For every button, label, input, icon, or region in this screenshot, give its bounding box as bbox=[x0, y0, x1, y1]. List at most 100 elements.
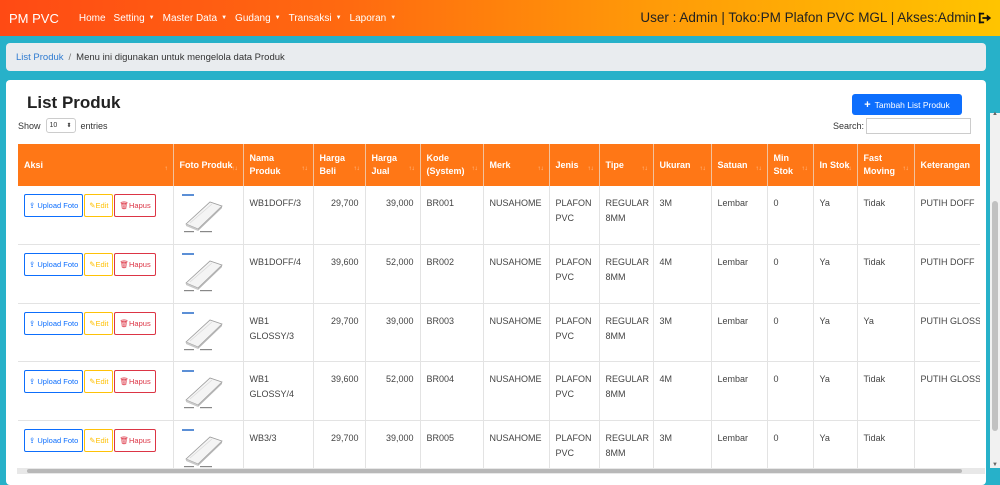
column-header[interactable]: Nama Produk ↑↓ bbox=[243, 144, 314, 186]
breadcrumb-link[interactable]: List Produk bbox=[16, 52, 64, 63]
cell-harga-jual: 39,000 bbox=[365, 420, 421, 469]
cell-nama: WB1DOFF/3 bbox=[243, 186, 314, 245]
column-header-label: Foto Produk bbox=[179, 159, 233, 170]
cell-jenis: PLAFON PVC bbox=[549, 420, 600, 469]
delete-button[interactable]: 🗑Hapus bbox=[114, 194, 156, 217]
column-header[interactable]: In Stok ↑↓ bbox=[813, 144, 858, 186]
vertical-scrollbar[interactable]: ▲ ▼ bbox=[990, 111, 1000, 468]
column-header[interactable]: Merk ↑↓ bbox=[483, 144, 550, 186]
nav-laporan[interactable]: Laporan ▼ bbox=[350, 13, 397, 24]
upload-photo-button[interactable]: ⇪ Upload Foto bbox=[24, 194, 84, 217]
cell-ukuran: 4M bbox=[653, 361, 712, 421]
column-header[interactable]: Foto Produk ↑↓ bbox=[173, 144, 244, 186]
sort-icon: ↑↓ bbox=[301, 166, 308, 172]
column-header[interactable]: Min Stok ↑↓ bbox=[767, 144, 814, 186]
cell-kode: BR005 bbox=[420, 420, 484, 469]
column-header[interactable]: Jenis ↑↓ bbox=[549, 144, 600, 186]
cell-nama: WB1DOFF/4 bbox=[243, 244, 314, 304]
cell-min-stok: 0 bbox=[767, 361, 814, 421]
column-header[interactable]: Harga Jual ↑↓ bbox=[365, 144, 421, 186]
entries-select[interactable]: 10 ⬍ bbox=[45, 118, 76, 133]
cell-in-stok: Ya bbox=[813, 420, 858, 469]
add-product-button[interactable]: + Tambah List Produk bbox=[852, 94, 962, 115]
cell-keterangan: PUTIH DOFF bbox=[914, 186, 980, 245]
delete-button[interactable]: 🗑Hapus bbox=[114, 311, 156, 335]
upload-photo-button[interactable]: ⇪ Upload Foto bbox=[24, 253, 84, 276]
nav-gudang[interactable]: Gudang ▼ bbox=[235, 13, 281, 24]
cell-min-stok: 0 bbox=[767, 420, 814, 469]
sort-icon: ↑↓ bbox=[801, 166, 808, 172]
trash-icon: 🗑 bbox=[119, 201, 130, 210]
button-label: Edit bbox=[95, 318, 109, 328]
cell-harga-jual: 39,000 bbox=[365, 186, 421, 245]
column-header-label: Ukuran bbox=[659, 159, 691, 170]
column-header[interactable]: Aksi ↑ bbox=[18, 144, 174, 186]
button-label: Edit bbox=[95, 377, 109, 386]
column-header[interactable]: Tipe ↑↓ bbox=[599, 144, 654, 186]
search-input[interactable] bbox=[866, 118, 972, 134]
edit-button[interactable]: ✎Edit bbox=[84, 311, 114, 335]
nav-label: Setting bbox=[113, 12, 145, 24]
upload-icon: ⇪ bbox=[29, 318, 36, 328]
column-header-label: Nama Produk bbox=[249, 153, 281, 176]
edit-button[interactable]: ✎Edit bbox=[84, 253, 114, 276]
scroll-down-icon[interactable]: ▼ bbox=[992, 462, 998, 468]
column-header-label: Satuan bbox=[717, 159, 748, 170]
column-header[interactable]: Satuan ↑↓ bbox=[711, 144, 768, 186]
upload-photo-button[interactable]: ⇪ Upload Foto bbox=[24, 428, 84, 452]
button-label: Edit bbox=[95, 201, 109, 210]
nav-transaksi[interactable]: Transaksi ▼ bbox=[289, 13, 342, 24]
cell-satuan: Lembar bbox=[711, 361, 768, 421]
upload-photo-button[interactable]: ⇪ Upload Foto bbox=[24, 370, 84, 393]
column-header[interactable]: Fast Moving ↑↓ bbox=[857, 144, 915, 186]
column-header[interactable]: Harga Beli ↑↓ bbox=[313, 144, 366, 186]
delete-button[interactable]: 🗑Hapus bbox=[114, 253, 156, 276]
user-info: User : Admin | Toko:PM Plafon PVC MGL | … bbox=[640, 10, 976, 25]
edit-button[interactable]: ✎Edit bbox=[84, 194, 114, 217]
sort-icon: ↑↓ bbox=[641, 166, 648, 172]
nav-master-data[interactable]: Master Data ▼ bbox=[163, 13, 227, 24]
edit-button[interactable]: ✎Edit bbox=[84, 428, 114, 452]
photo-cell bbox=[173, 361, 244, 421]
photo-cell bbox=[173, 186, 244, 245]
table-row: ⇪ Upload Foto ✎Edit 🗑Hapus WB1 GLOSSY/3 29,7… bbox=[18, 303, 980, 362]
upload-photo-button[interactable]: ⇪ Upload Foto bbox=[24, 311, 84, 335]
column-header[interactable]: Keterangan↑↓ bbox=[914, 144, 980, 186]
cell-tipe: REGULAR 8MM bbox=[599, 303, 654, 362]
nav-setting[interactable]: Setting ▼ bbox=[114, 13, 155, 24]
button-label: Hapus bbox=[129, 377, 151, 386]
cell-in-stok: Ya bbox=[813, 186, 858, 245]
cell-harga-jual: 52,000 bbox=[365, 361, 421, 421]
sort-icon: ↑↓ bbox=[845, 166, 852, 172]
horizontal-scrollbar[interactable] bbox=[17, 468, 985, 474]
nav-label: Home bbox=[78, 12, 106, 24]
column-header-label: Merk bbox=[489, 159, 511, 170]
breadcrumb: List Produk / Menu ini digunakan untuk m… bbox=[6, 43, 986, 71]
caret-down-icon: ▼ bbox=[335, 15, 342, 21]
scrollbar-thumb[interactable] bbox=[27, 469, 962, 473]
product-photo bbox=[181, 194, 223, 233]
brand-logo[interactable]: PM PVC bbox=[9, 11, 59, 26]
column-header[interactable]: Ukuran ↑↓ bbox=[653, 144, 712, 186]
cell-harga-beli: 29,700 bbox=[313, 303, 366, 362]
delete-button[interactable]: 🗑Hapus bbox=[114, 370, 156, 393]
column-header-label: Kode (System) bbox=[426, 153, 465, 176]
cell-kode: BR004 bbox=[420, 361, 484, 421]
trash-icon: 🗑 bbox=[119, 318, 130, 328]
column-header-label: Keterangan bbox=[920, 159, 971, 170]
logout-icon[interactable] bbox=[978, 11, 992, 25]
column-header-label: Harga Jual bbox=[371, 153, 398, 176]
edit-button[interactable]: ✎Edit bbox=[84, 370, 114, 393]
sort-icon: ↑↓ bbox=[408, 166, 415, 172]
add-button-label: Tambah List Produk bbox=[874, 99, 950, 110]
scroll-up-icon[interactable]: ▲ bbox=[992, 111, 998, 117]
product-photo bbox=[181, 370, 223, 409]
column-header-label: Aksi bbox=[24, 159, 44, 170]
cell-merk: NUSAHOME bbox=[483, 420, 550, 469]
scrollbar-thumb[interactable] bbox=[992, 201, 998, 431]
nav-label: Laporan bbox=[349, 12, 387, 24]
nav-home[interactable]: Home bbox=[79, 13, 106, 24]
delete-button[interactable]: 🗑Hapus bbox=[114, 428, 156, 452]
column-header[interactable]: Kode (System) ↑↓ bbox=[420, 144, 484, 186]
product-table: Aksi ↑ Foto Produk ↑↓ Nama Produk ↑↓ Harga Bel… bbox=[18, 144, 980, 469]
